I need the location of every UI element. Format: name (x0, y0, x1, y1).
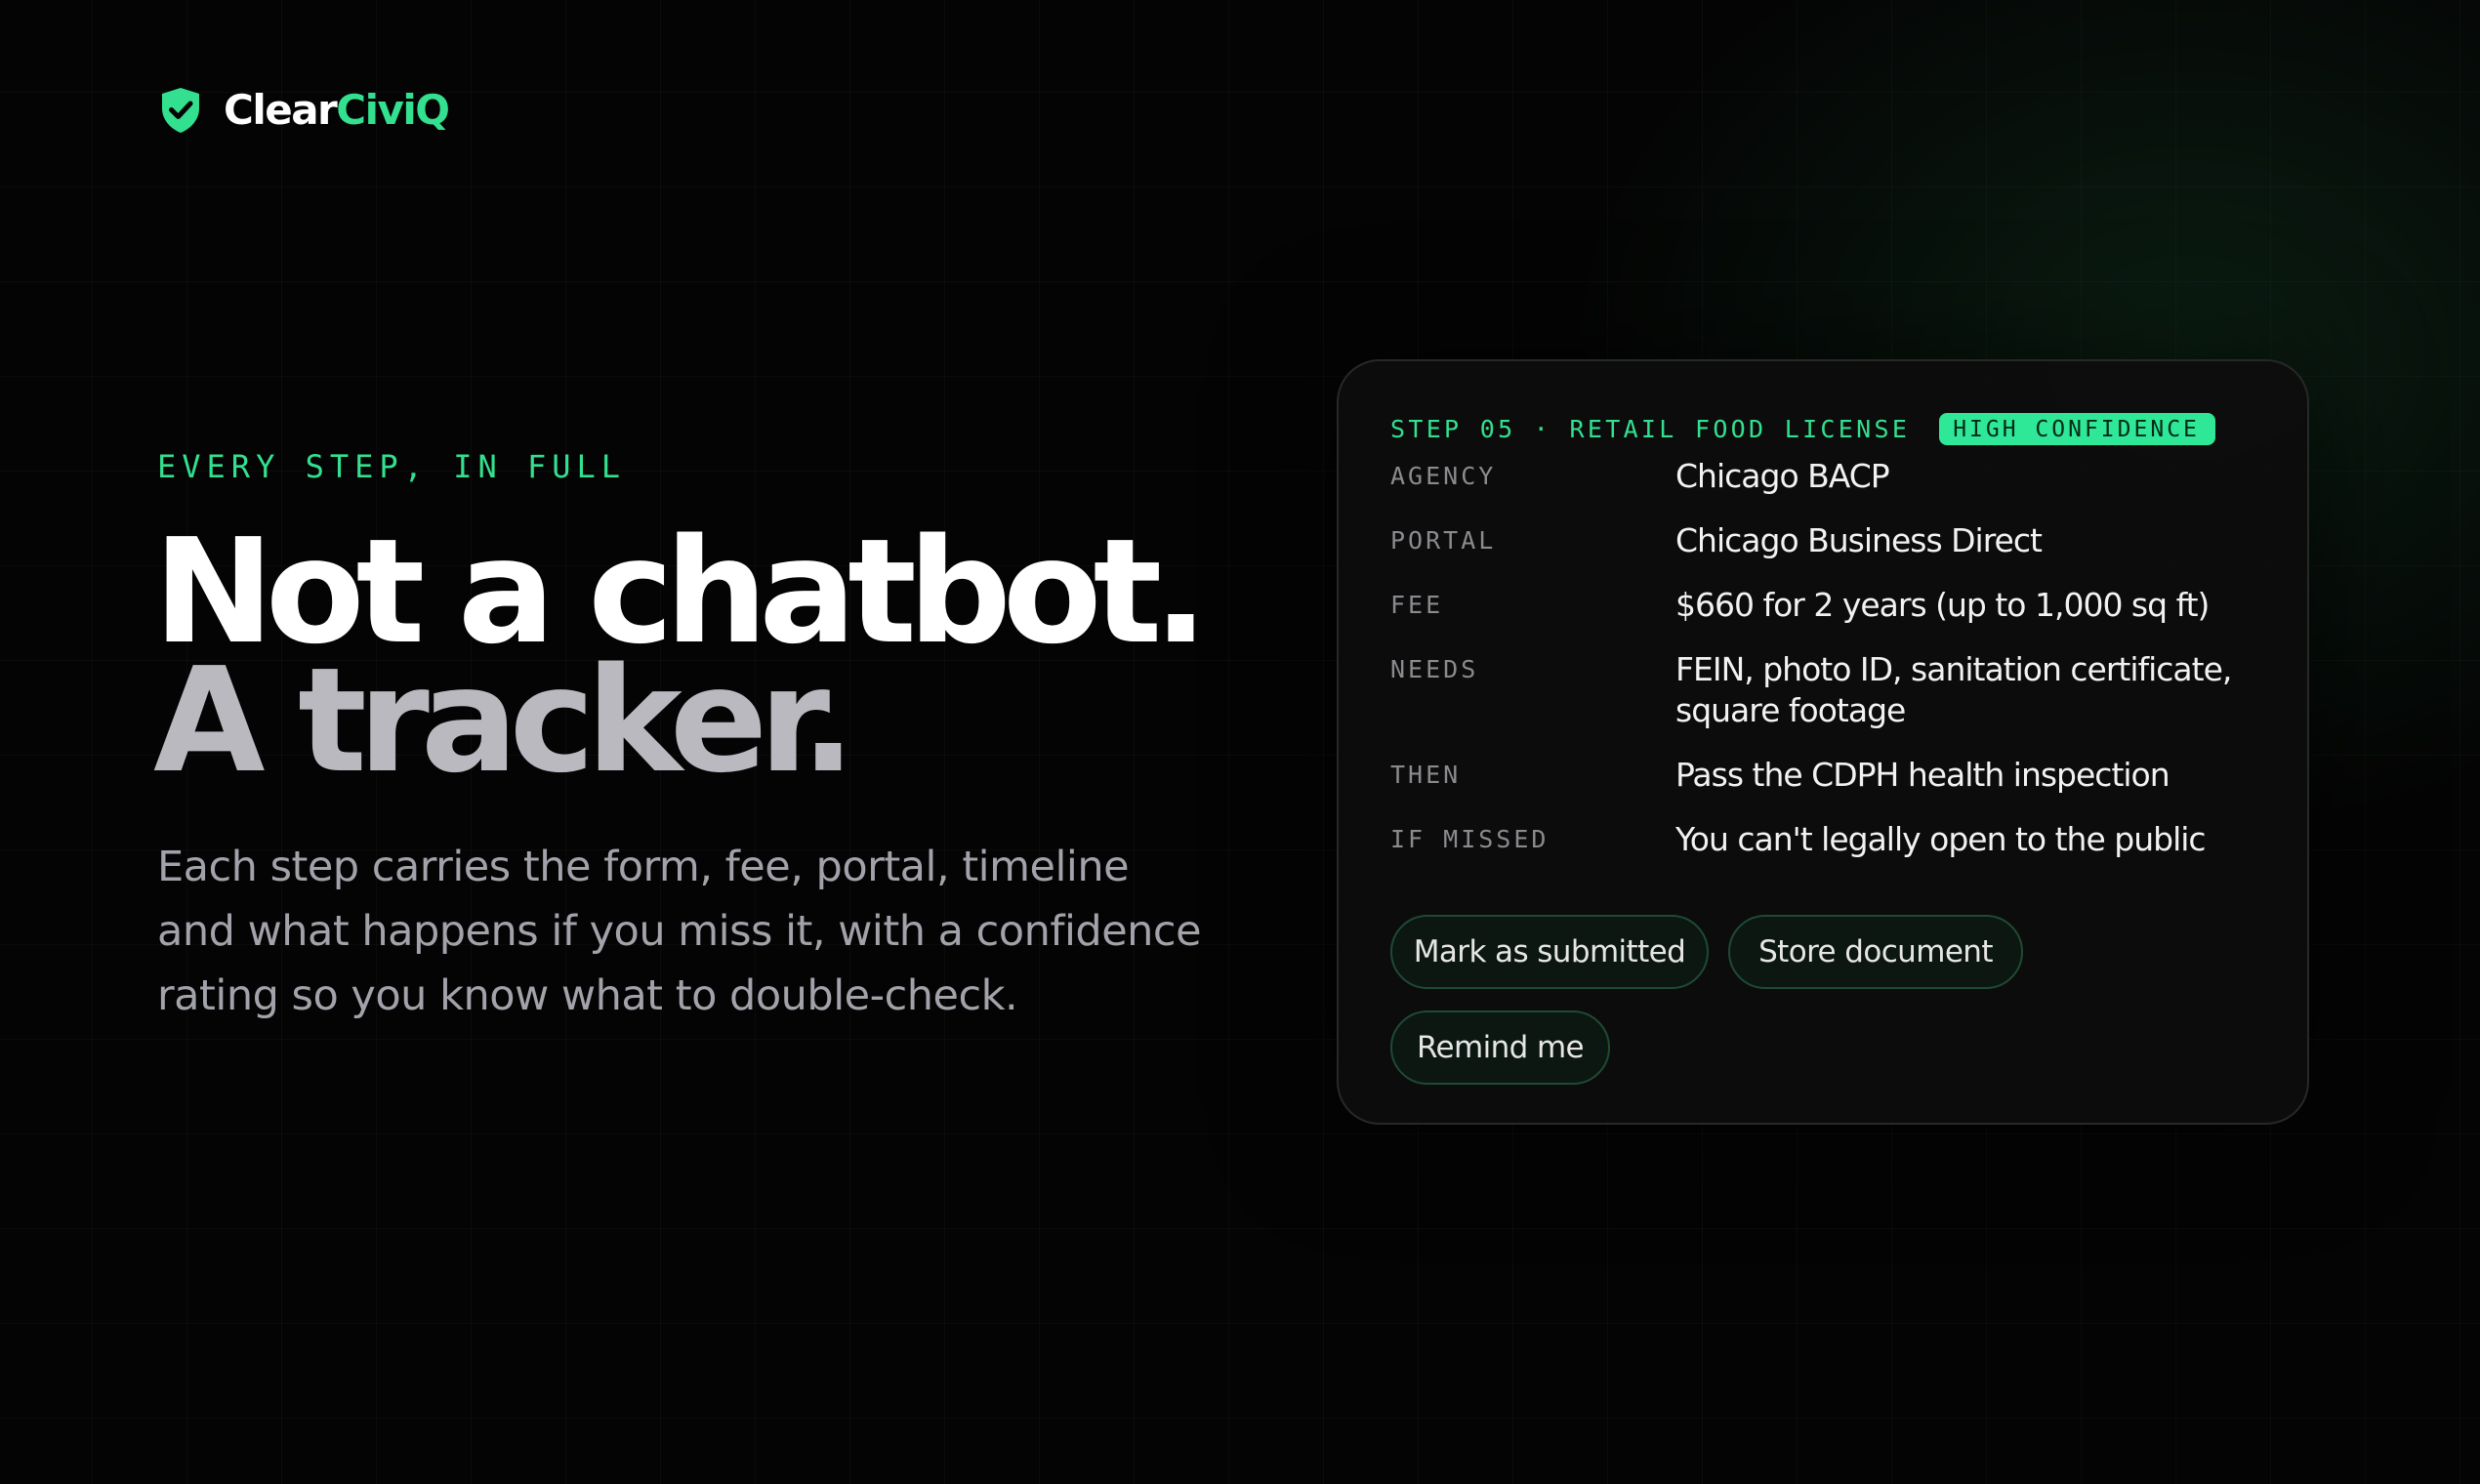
brand-name: ClearCiviQ (224, 90, 450, 131)
brand-name-part2: CiviQ (336, 86, 450, 134)
section-eyebrow: EVERY STEP, IN FULL (157, 448, 627, 485)
remind-me-button[interactable]: Remind me (1390, 1010, 1610, 1085)
detail-label: PORTAL (1390, 526, 1497, 555)
detail-value: FEIN, photo ID, sanitation certificate, … (1675, 650, 2232, 729)
detail-label: THEN (1390, 761, 1462, 789)
detail-label: IF MISSED (1390, 825, 1550, 853)
hero-headline: Not a chatbot. A tracker. (153, 519, 1209, 793)
hero-description: Each step carries the form, fee, portal,… (157, 843, 1202, 1020)
confidence-badge: HIGH CONFIDENCE (1939, 413, 2215, 445)
step-card: STEP 05 · RETAIL FOOD LICENSE HIGH CONFI… (1337, 359, 2309, 1125)
detail-value: Pass the CDPH health inspection (1675, 756, 2170, 794)
detail-value: $660 for 2 years (up to 1,000 sq ft) (1675, 586, 2210, 624)
brand-logo[interactable]: ClearCiviQ (159, 86, 450, 135)
detail-label: NEEDS (1390, 655, 1479, 683)
detail-label: AGENCY (1390, 462, 1497, 490)
step-label: STEP 05 · RETAIL FOOD LICENSE (1390, 415, 1911, 443)
shield-check-icon (162, 88, 199, 133)
detail-value: You can't legally open to the public (1675, 820, 2207, 858)
mark-as-submitted-button[interactable]: Mark as submitted (1390, 915, 1709, 989)
detail-label: FEE (1390, 591, 1444, 619)
detail-value: Chicago Business Direct (1675, 521, 2043, 559)
step-card-header: STEP 05 · RETAIL FOOD LICENSE HIGH CONFI… (1390, 413, 2215, 445)
detail-value: Chicago BACP (1675, 457, 1890, 495)
store-document-button[interactable]: Store document (1728, 915, 2023, 989)
brand-name-part1: Clear (224, 86, 338, 134)
